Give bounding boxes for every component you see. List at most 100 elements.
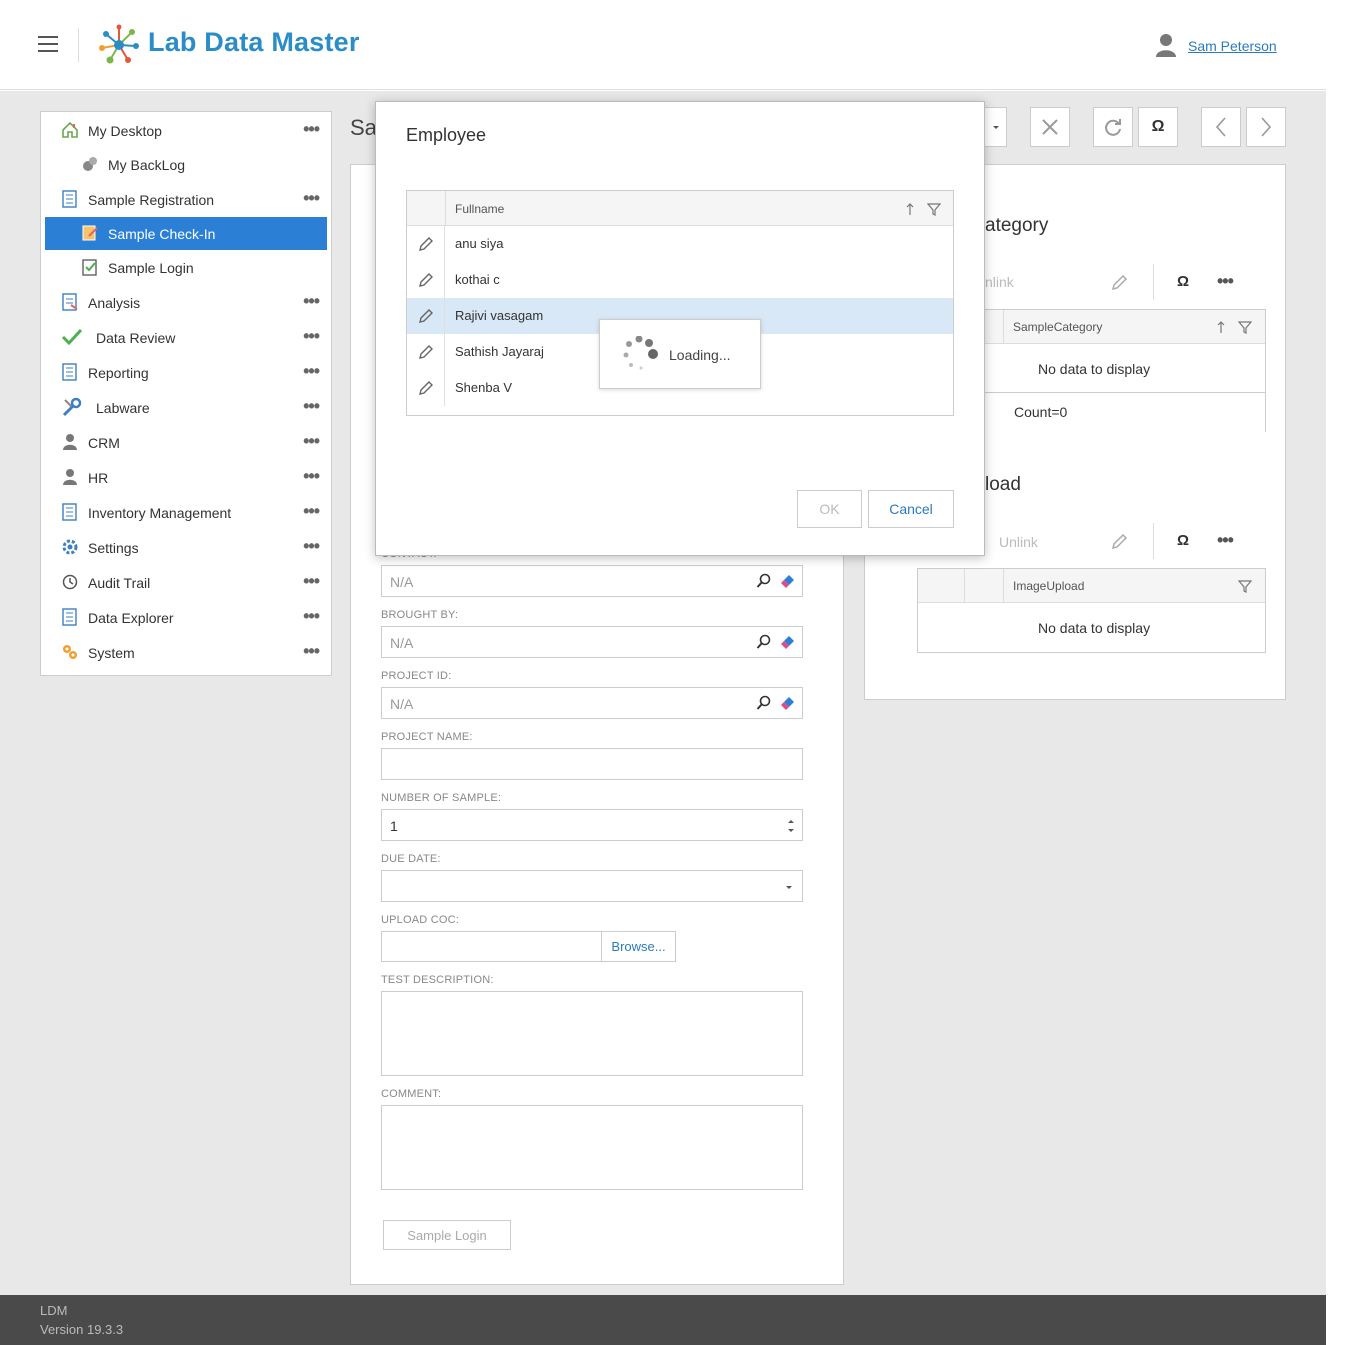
loading-panel: Loading...	[599, 319, 761, 389]
eraser-icon[interactable]	[780, 695, 796, 711]
hamburger-menu-icon[interactable]	[38, 36, 58, 52]
sidebar-item-reporting[interactable]: Reporting •••	[45, 356, 327, 389]
refresh-button[interactable]	[1093, 107, 1133, 147]
edit-icon[interactable]	[418, 344, 434, 360]
grid-column-divider	[1003, 569, 1004, 603]
browse-button[interactable]: Browse...	[601, 931, 676, 962]
filter-icon[interactable]	[1238, 579, 1252, 593]
more-options-icon[interactable]: •••	[303, 501, 320, 522]
sidebar-item-sample-login[interactable]: Sample Login	[45, 251, 327, 284]
checkmark-icon	[61, 328, 83, 346]
backlog-icon	[83, 157, 97, 171]
edit-icon[interactable]	[418, 308, 434, 324]
no-data-message: No data to display	[1038, 620, 1151, 636]
more-options-icon[interactable]: •••	[303, 119, 320, 140]
eraser-icon[interactable]	[780, 634, 796, 650]
unlink-button[interactable]: Unlink	[999, 534, 1038, 550]
sidebar-item-hr[interactable]: HR •••	[45, 461, 327, 494]
fullname-column-header[interactable]: Fullname	[455, 202, 504, 216]
test-description-textarea[interactable]	[381, 991, 803, 1076]
more-options-icon[interactable]: •••	[303, 571, 320, 592]
samplecategory-column-header[interactable]: SampleCategory	[1013, 320, 1102, 334]
sample-login-button[interactable]: Sample Login	[383, 1220, 511, 1250]
omega-button[interactable]: Ω	[1177, 273, 1189, 290]
omega-button[interactable]: Ω	[1177, 532, 1189, 549]
cancel-button[interactable]: Cancel	[868, 490, 954, 528]
search-icon[interactable]	[756, 573, 772, 589]
search-icon[interactable]	[756, 695, 772, 711]
sort-ascending-icon[interactable]	[903, 202, 917, 216]
check-in-icon	[82, 225, 98, 241]
sidebar-item-my-desktop[interactable]: My Desktop •••	[45, 114, 327, 147]
sidebar-item-inventory-management[interactable]: Inventory Management •••	[45, 496, 327, 529]
sidebar-item-sample-check-in[interactable]: Sample Check-In	[45, 217, 327, 250]
ok-button[interactable]: OK	[797, 490, 862, 528]
search-icon[interactable]	[756, 634, 772, 650]
edit-icon[interactable]	[418, 380, 434, 396]
due-date-picker[interactable]	[381, 870, 803, 902]
sidebar-item-data-review[interactable]: Data Review •••	[45, 321, 327, 354]
previous-button[interactable]	[1201, 107, 1241, 147]
sidebar-item-my-backlog[interactable]: My BackLog	[45, 148, 327, 181]
edit-icon[interactable]	[418, 272, 434, 288]
next-button[interactable]	[1246, 107, 1286, 147]
unlink-button-partial[interactable]: nlink	[985, 274, 1014, 290]
project-name-input[interactable]	[381, 748, 803, 780]
chevron-down-icon[interactable]	[784, 882, 794, 892]
more-options-icon[interactable]: •••	[303, 188, 320, 209]
edit-icon[interactable]	[1109, 273, 1129, 293]
more-options-icon[interactable]: •••	[1217, 271, 1234, 292]
more-options-icon[interactable]: •••	[303, 606, 320, 627]
more-options-icon[interactable]: •••	[303, 291, 320, 312]
brought-by-field[interactable]: N/A	[381, 626, 803, 658]
edit-icon[interactable]	[418, 236, 434, 252]
employee-grid-header: Fullname	[407, 191, 953, 226]
comment-label: COMMENT:	[381, 1088, 442, 1100]
more-options-icon[interactable]: •••	[303, 396, 320, 417]
sidebar-item-sample-registration[interactable]: Sample Registration •••	[45, 183, 327, 216]
omega-button[interactable]: Ω	[1138, 107, 1178, 147]
sidebar-item-data-explorer[interactable]: Data Explorer •••	[45, 601, 327, 634]
grid-count: Count=0	[1014, 404, 1068, 420]
sidebar-item-analysis[interactable]: Analysis •••	[45, 286, 327, 319]
number-of-sample-stepper[interactable]: 1	[381, 809, 803, 841]
sidebar-item-crm[interactable]: CRM •••	[45, 426, 327, 459]
image-upload-title: load	[985, 474, 1021, 495]
eraser-icon[interactable]	[780, 573, 796, 589]
comment-textarea[interactable]	[381, 1105, 803, 1190]
contact-field[interactable]: N/A	[381, 565, 803, 597]
project-id-field[interactable]: N/A	[381, 687, 803, 719]
chevron-right-icon	[1261, 117, 1272, 137]
employee-fullname: Shenba V	[455, 380, 513, 395]
filter-icon[interactable]	[927, 202, 941, 216]
right-strip	[1326, 0, 1360, 1345]
sidebar-item-label: Sample Registration	[88, 192, 215, 208]
sidebar-item-audit-trail[interactable]: Audit Trail •••	[45, 566, 327, 599]
more-options-icon[interactable]: •••	[303, 326, 320, 347]
image-upload-grid-header	[918, 569, 1265, 603]
close-button[interactable]	[1030, 107, 1070, 147]
sidebar-item-system[interactable]: System •••	[45, 636, 327, 669]
table-row[interactable]: kothai c	[407, 262, 953, 298]
more-options-icon[interactable]: •••	[303, 361, 320, 382]
filter-icon[interactable]	[1238, 320, 1252, 334]
more-options-icon[interactable]: •••	[303, 641, 320, 662]
sort-ascending-icon[interactable]	[1214, 320, 1228, 334]
user-name-link[interactable]: Sam Peterson	[1188, 38, 1277, 54]
stepper-arrows-icon[interactable]	[786, 817, 796, 835]
sidebar-item-label: Sample Check-In	[108, 226, 216, 242]
sidebar-item-settings[interactable]: Settings •••	[45, 531, 327, 564]
sidebar-item-label: HR	[88, 470, 109, 486]
toolbar-dropdown-button[interactable]	[985, 107, 1007, 147]
upload-coc-file-field[interactable]	[381, 931, 602, 962]
more-options-icon[interactable]: •••	[303, 466, 320, 487]
edit-icon[interactable]	[1109, 532, 1129, 552]
table-row[interactable]: anu siya	[407, 226, 953, 262]
dialog-title: Employee	[406, 125, 487, 145]
more-options-icon[interactable]: •••	[303, 536, 320, 557]
grid-column-divider	[445, 191, 446, 226]
sidebar-item-labware[interactable]: Labware •••	[45, 391, 327, 424]
imageupload-column-header[interactable]: ImageUpload	[1013, 579, 1084, 593]
more-options-icon[interactable]: •••	[1217, 530, 1234, 551]
more-options-icon[interactable]: •••	[303, 431, 320, 452]
